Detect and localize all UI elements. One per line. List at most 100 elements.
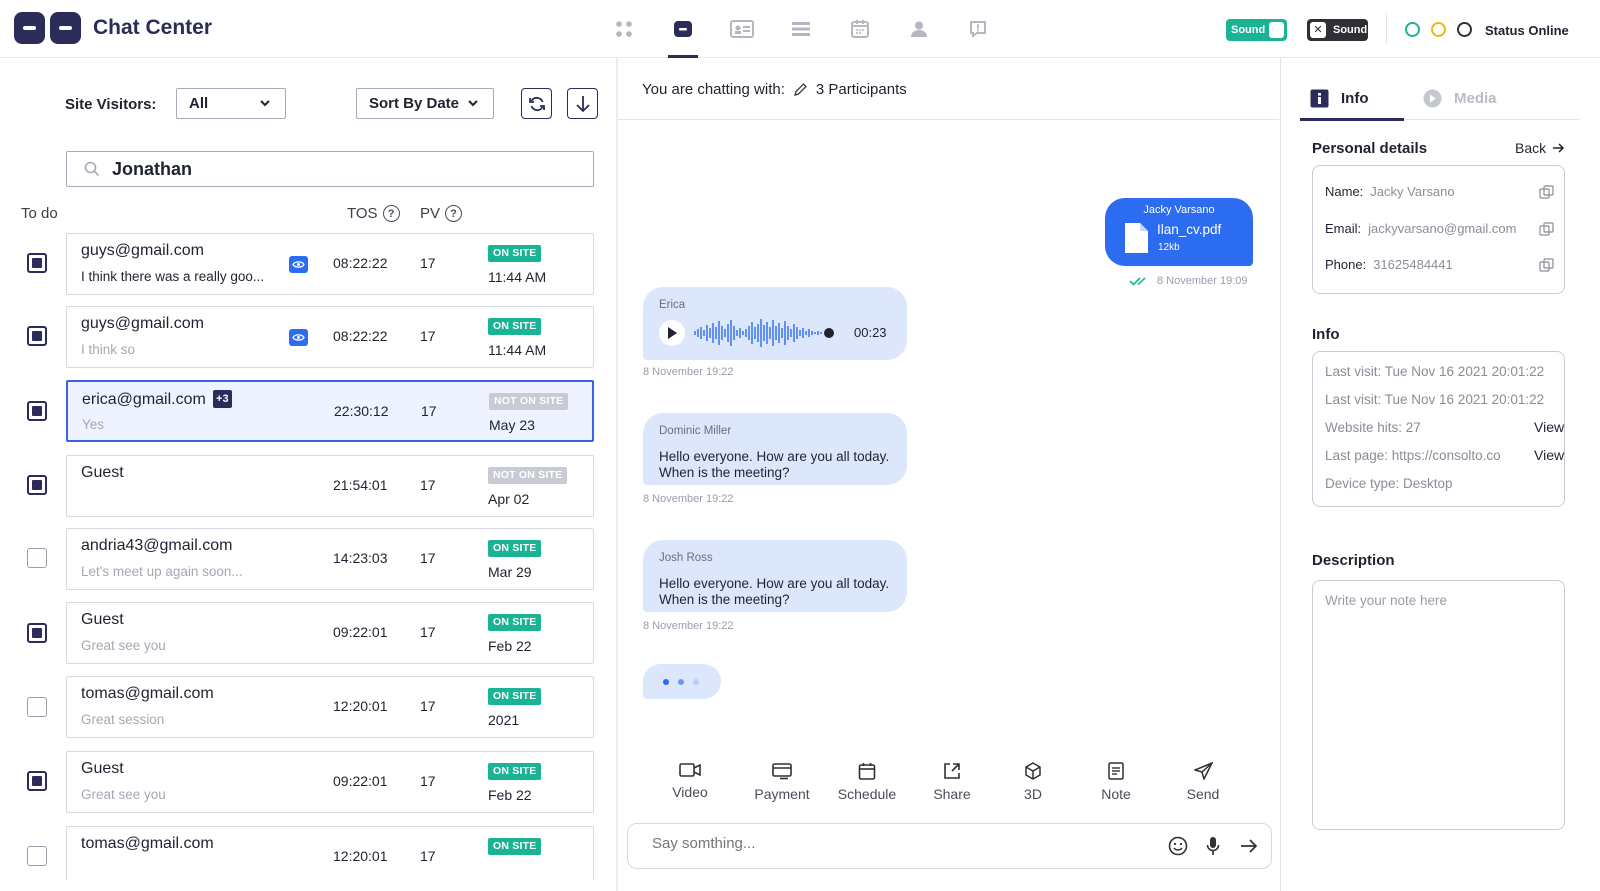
- visitor-row[interactable]: guys@gmail.com I think so 08:22:22 17 ON…: [66, 306, 594, 368]
- message-line: When is the meeting?: [659, 592, 790, 607]
- row-checkbox[interactable]: [27, 475, 47, 495]
- website-hits-row: Website hits: 27: [1325, 420, 1421, 435]
- status-online-dot[interactable]: [1405, 22, 1420, 37]
- message-composer[interactable]: [627, 823, 1272, 869]
- note-textarea[interactable]: [1325, 593, 1551, 813]
- calendar-icon[interactable]: [830, 0, 889, 58]
- microphone-icon[interactable]: [1206, 836, 1220, 856]
- description-box[interactable]: [1312, 580, 1565, 830]
- sort-select[interactable]: Sort By Date: [356, 88, 494, 119]
- note-action-button[interactable]: Note: [1064, 762, 1168, 802]
- outgoing-file-message[interactable]: Jacky Varsano Ilan_cv.pdf 12kb: [1105, 198, 1253, 266]
- sound-off-toggle[interactable]: ✕ Sound: [1307, 19, 1368, 41]
- user-icon[interactable]: [889, 0, 948, 58]
- message-time: 8 November 19:22: [643, 366, 734, 378]
- tab-media-label: Media: [1454, 89, 1497, 107]
- tab-info[interactable]: Info: [1300, 76, 1404, 121]
- typing-indicator: [643, 664, 721, 699]
- participants-count[interactable]: 3 Participants: [816, 81, 907, 98]
- visitor-message: I think so: [81, 342, 136, 357]
- visitor-date: Apr 02: [488, 491, 530, 507]
- copy-icon[interactable]: [1539, 185, 1554, 199]
- visitor-email: Guest: [81, 464, 124, 481]
- contact-card-icon[interactable]: [712, 0, 771, 58]
- visitor-row-selected[interactable]: erica@gmail.com +3 Yes 22:30:12 17 NOT ON…: [66, 380, 594, 442]
- visitor-message: Let's meet up again soon...: [81, 564, 243, 579]
- visitor-tos: 09:22:01: [333, 624, 388, 640]
- visitor-row[interactable]: guys@gmail.com I think there was a reall…: [66, 233, 594, 295]
- row-checkbox[interactable]: [27, 771, 47, 791]
- grid-icon[interactable]: [594, 0, 653, 58]
- 3d-action-button[interactable]: 3D: [1002, 762, 1064, 802]
- status-away-dot[interactable]: [1431, 22, 1446, 37]
- status-offline-dot[interactable]: [1457, 22, 1472, 37]
- sound-on-toggle[interactable]: Sound: [1226, 19, 1287, 41]
- copy-icon[interactable]: [1539, 258, 1554, 272]
- play-icon[interactable]: [659, 320, 685, 346]
- visitor-message: Yes: [82, 417, 105, 432]
- view-page-link[interactable]: View: [1534, 447, 1564, 463]
- play-circle-icon: [1423, 89, 1442, 107]
- send-action-button[interactable]: Send: [1168, 762, 1238, 802]
- eye-icon[interactable]: [289, 329, 308, 346]
- visitor-date: 2021: [488, 712, 520, 728]
- visitor-pv: 17: [421, 403, 437, 419]
- visitor-email: Guest: [81, 611, 124, 628]
- search-input[interactable]: [112, 158, 552, 180]
- eye-icon[interactable]: [289, 256, 308, 273]
- visitor-tos: 09:22:01: [333, 773, 388, 789]
- tab-media[interactable]: Media: [1423, 76, 1497, 120]
- row-checkbox[interactable]: [27, 623, 47, 643]
- payment-action-button[interactable]: Payment: [732, 762, 832, 802]
- search-icon: [84, 161, 100, 177]
- view-hits-link[interactable]: View: [1534, 419, 1564, 435]
- site-visitors-select[interactable]: All: [176, 88, 286, 119]
- video-action-button[interactable]: Video: [648, 762, 732, 802]
- emoji-icon[interactable]: [1168, 836, 1188, 856]
- row-checkbox[interactable]: [27, 401, 47, 421]
- video-icon: [679, 763, 701, 777]
- message-input[interactable]: [652, 835, 1132, 852]
- list-icon[interactable]: [771, 0, 830, 58]
- description-title: Description: [1312, 552, 1395, 569]
- email-value: jackyvarsano@gmail.com: [1368, 221, 1517, 236]
- status-badge: NOT ON SITE: [488, 467, 568, 484]
- row-checkbox[interactable]: [27, 326, 47, 346]
- panel-divider: [616, 58, 618, 891]
- chat-message: Dominic Miller Hello everyone. How are y…: [643, 413, 907, 485]
- schedule-action-button[interactable]: Schedule: [832, 762, 902, 802]
- feedback-icon[interactable]: [948, 0, 1007, 58]
- panel-divider: [1280, 58, 1281, 891]
- help-icon[interactable]: ?: [382, 205, 400, 222]
- visitor-row[interactable]: Guest 21:54:01 17 NOT ON SITE Apr 02: [66, 455, 594, 517]
- back-link[interactable]: Back: [1515, 140, 1565, 156]
- visitor-pv: 17: [420, 848, 436, 864]
- row-checkbox[interactable]: [27, 548, 47, 568]
- help-icon[interactable]: ?: [445, 205, 463, 222]
- pencil-icon[interactable]: [793, 82, 808, 97]
- visitor-message: Great see you: [81, 638, 166, 653]
- row-checkbox[interactable]: [27, 846, 47, 866]
- copy-icon[interactable]: [1539, 222, 1554, 236]
- row-checkbox[interactable]: [27, 253, 47, 273]
- audio-waveform[interactable]: [693, 317, 853, 349]
- action-label: Payment: [754, 786, 810, 802]
- visitor-row[interactable]: tomas@gmail.com 12:20:01 17 ON SITE: [66, 826, 594, 880]
- visitor-row[interactable]: andria43@gmail.com Let's meet up again s…: [66, 528, 594, 590]
- row-checkbox[interactable]: [27, 697, 47, 717]
- refresh-button[interactable]: [521, 88, 552, 119]
- search-box[interactable]: [66, 151, 594, 187]
- visitor-row[interactable]: Guest Great see you 09:22:01 17 ON SITE …: [66, 751, 594, 813]
- download-button[interactable]: [567, 88, 598, 119]
- visitor-row[interactable]: Guest Great see you 09:22:01 17 ON SITE …: [66, 602, 594, 664]
- visitor-pv: 17: [420, 773, 436, 789]
- arrow-right-icon[interactable]: [1240, 836, 1258, 856]
- email-row: Email: jackyvarsano@gmail.com: [1325, 221, 1516, 236]
- share-action-button[interactable]: Share: [902, 762, 1002, 802]
- file-name[interactable]: Ilan_cv.pdf: [1157, 222, 1221, 237]
- visitor-row[interactable]: tomas@gmail.com Great session 12:20:01 1…: [66, 676, 594, 738]
- chat-icon[interactable]: [653, 0, 712, 58]
- visitor-pv: 17: [420, 698, 436, 714]
- site-visitors-label: Site Visitors:: [65, 96, 157, 113]
- visitor-tos: 08:22:22: [333, 255, 388, 271]
